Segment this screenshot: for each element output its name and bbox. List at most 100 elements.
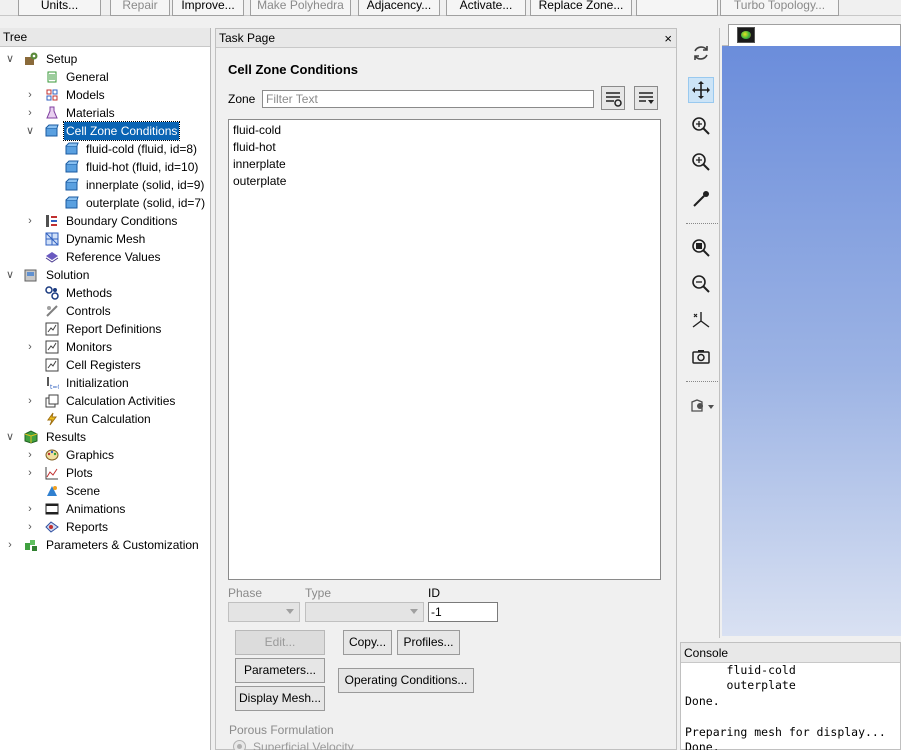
tree-item-dynamic-mesh[interactable]: Dynamic Mesh (0, 230, 210, 248)
tree-item-cell-registers[interactable]: Cell Registers (0, 356, 210, 374)
replace-zone-button[interactable]: Replace Zone... (530, 0, 632, 16)
tree-item-label: Graphics (66, 448, 115, 462)
chevron-down-icon[interactable]: ∨ (5, 50, 15, 68)
tree-item-monitors[interactable]: › Monitors (0, 338, 210, 356)
camera-icon[interactable] (688, 345, 714, 371)
tree-item-cell-zone-conditions[interactable]: ∨ Cell Zone Conditions (0, 121, 210, 141)
chevron-right-icon[interactable]: › (25, 518, 35, 536)
tree-item-setup[interactable]: ∨ Setup (0, 50, 210, 68)
tree-item-plots[interactable]: › Plots (0, 464, 210, 482)
zoom-in-icon[interactable] (688, 150, 714, 176)
tree-item-label: Calculation Activities (66, 394, 176, 408)
chevron-right-icon[interactable]: › (25, 500, 35, 518)
graphics-viewport[interactable] (722, 46, 901, 636)
list-options-button[interactable] (634, 86, 658, 110)
tree-item-outerplate[interactable]: outerplate (solid, id=7) (0, 194, 210, 212)
svg-text:t=0: t=0 (50, 384, 59, 390)
chevron-right-icon[interactable]: › (25, 86, 35, 104)
tree-item-fluid-hot[interactable]: fluid-hot (fluid, id=10) (0, 158, 210, 176)
zone-list-item[interactable]: outerplate (233, 173, 286, 190)
tree-item-innerplate[interactable]: innerplate (solid, id=9) (0, 176, 210, 194)
chevron-down-icon[interactable]: ∨ (25, 122, 35, 140)
results-icon (24, 430, 38, 444)
tree-item-label: Cell Registers (66, 358, 141, 372)
id-label: ID (428, 586, 440, 600)
zone-list-item[interactable]: fluid-cold (233, 122, 281, 139)
methods-icon (45, 286, 59, 300)
close-icon[interactable]: × (664, 29, 672, 48)
chevron-down-icon[interactable]: ∨ (5, 428, 15, 446)
chevron-right-icon[interactable]: › (25, 446, 35, 464)
zoom-out-icon[interactable] (688, 272, 714, 298)
zone-filter-input[interactable] (262, 90, 594, 108)
filter-options-button[interactable] (601, 86, 625, 110)
fit-icon[interactable] (688, 236, 714, 262)
zone-list-item[interactable]: fluid-hot (233, 139, 276, 156)
chevron-right-icon[interactable]: › (25, 212, 35, 230)
zone-listbox[interactable]: fluid-cold fluid-hot innerplate outerpla… (228, 119, 661, 580)
chevron-right-icon[interactable]: › (25, 104, 35, 122)
tree-item-label: General (66, 70, 109, 84)
tree-item-label: Dynamic Mesh (66, 232, 146, 246)
display-mesh-button[interactable]: Display Mesh... (235, 686, 325, 711)
tree-item-models[interactable]: › Models (0, 86, 210, 104)
tree-item-label: Results (46, 430, 87, 444)
chevron-right-icon[interactable]: › (25, 338, 35, 356)
tree-item-initialization[interactable]: t=0 Initialization (0, 374, 210, 392)
parameters-icon (25, 540, 37, 551)
tree-item-controls[interactable]: Controls (0, 302, 210, 320)
console-line: Done. (685, 740, 720, 750)
cell-zone-icon (65, 178, 79, 191)
graphics-window-tab[interactable] (728, 24, 901, 46)
tree-item-materials[interactable]: › Materials (0, 104, 210, 122)
console-output[interactable]: fluid-cold outerplateDone.​Preparing mes… (685, 663, 886, 750)
cell-zone-icon (65, 196, 79, 209)
fluent-window: Units... Repair Improve... Make Polyhedr… (0, 0, 901, 750)
parameters-button[interactable]: Parameters... (235, 658, 325, 683)
tree-item-methods[interactable]: Methods (0, 284, 210, 302)
improve-button[interactable]: Improve... (172, 0, 244, 16)
tree-item-solution[interactable]: ∨ Solution (0, 266, 210, 284)
tree-item-general[interactable]: General (0, 68, 210, 86)
chevron-right-icon[interactable]: › (25, 464, 35, 482)
id-field[interactable] (428, 602, 498, 622)
tree-item-results[interactable]: ∨ Results (0, 428, 210, 446)
tree-item-run-calculation[interactable]: Run Calculation (0, 410, 210, 428)
tree-item-reference-values[interactable]: Reference Values (0, 248, 210, 266)
tree-item-scene[interactable]: Scene (0, 482, 210, 500)
dynamic-mesh-icon (45, 232, 59, 246)
porous-formulation-label: Porous Formulation (229, 723, 334, 737)
units-button[interactable]: Units... (18, 0, 101, 16)
calculation-activities-icon (45, 394, 59, 408)
axes-icon[interactable] (688, 308, 714, 334)
probe-icon[interactable] (688, 187, 714, 213)
tree-item-reports[interactable]: › Reports (0, 518, 210, 536)
setup-icon (25, 52, 38, 65)
copy-button[interactable]: Copy... (343, 630, 392, 655)
activate-button[interactable]: Activate... (446, 0, 526, 16)
chevron-down-icon (286, 609, 294, 614)
zoom-box-icon[interactable] (688, 114, 714, 140)
controls-icon (46, 305, 58, 317)
operating-conditions-button[interactable]: Operating Conditions... (338, 668, 474, 693)
tree-item-calculation-activities[interactable]: › Calculation Activities (0, 392, 210, 410)
palette-icon (45, 449, 59, 461)
tree-item-fluid-cold[interactable]: fluid-cold (fluid, id=8) (0, 140, 210, 158)
profiles-button[interactable]: Profiles... (397, 630, 460, 655)
view-options-icon[interactable] (688, 394, 718, 420)
tree-item-boundary-conditions[interactable]: › Boundary Conditions (0, 212, 210, 230)
chevron-right-icon[interactable]: › (25, 392, 35, 410)
tree-item-report-definitions[interactable]: Report Definitions (0, 320, 210, 338)
zone-list-item[interactable]: innerplate (233, 156, 286, 173)
tree-item-graphics[interactable]: › Graphics (0, 446, 210, 464)
graphics-tab-bar (722, 24, 901, 46)
chevron-down-icon[interactable]: ∨ (5, 266, 15, 284)
chevron-right-icon[interactable]: › (5, 536, 15, 554)
rotate-icon[interactable] (688, 41, 714, 67)
tree-item-parameters[interactable]: › Parameters & Customization (0, 536, 210, 554)
tree-item-label: fluid-hot (fluid, id=10) (86, 160, 199, 174)
tree-item-animations[interactable]: › Animations (0, 500, 210, 518)
pan-icon[interactable] (688, 77, 714, 103)
tree-item-label: outerplate (solid, id=7) (86, 196, 206, 210)
adjacency-button[interactable]: Adjacency... (358, 0, 440, 16)
